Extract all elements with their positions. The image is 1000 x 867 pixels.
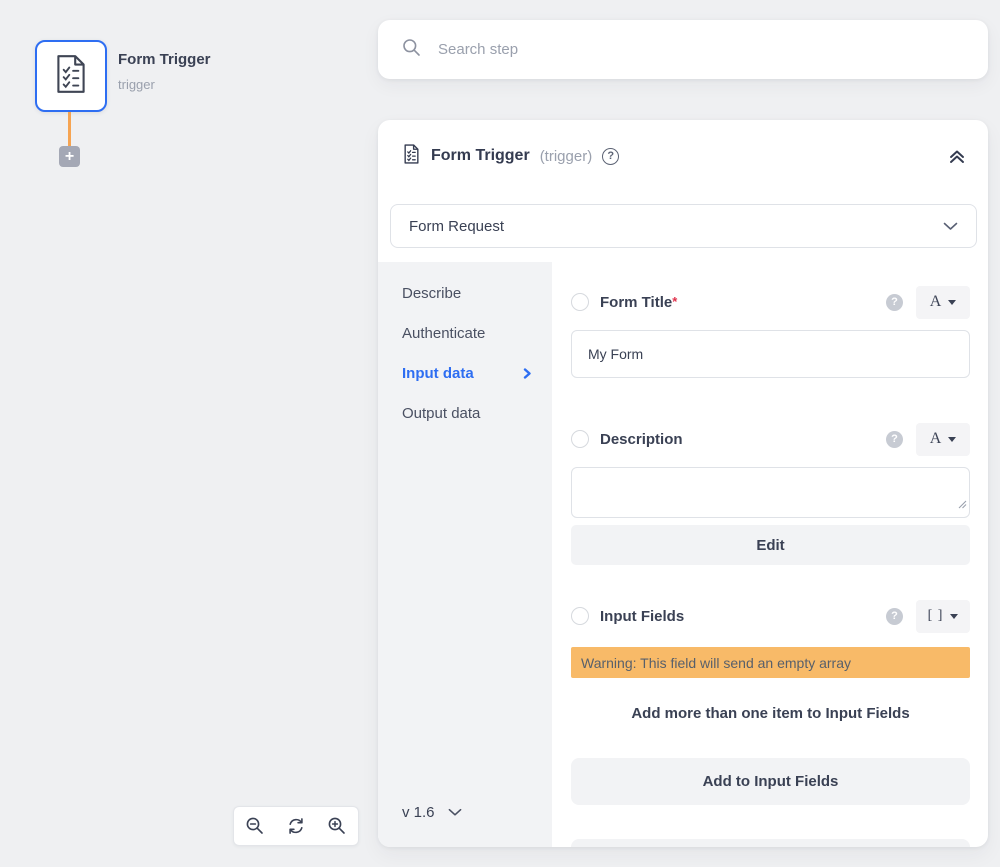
step-search-bar	[378, 20, 988, 79]
required-asterisk: *	[672, 294, 677, 309]
panel-header: Form Trigger (trigger) ?	[378, 120, 988, 166]
zoom-out-icon	[245, 816, 265, 836]
panel-side-tabs: Describe Authenticate Input data Output …	[378, 262, 552, 847]
empty-array-warning: Warning: This field will send an empty a…	[571, 647, 970, 678]
node-connector-line	[68, 112, 71, 147]
workflow-canvas[interactable]: Form Trigger trigger +	[0, 0, 378, 867]
hidden-button-peek[interactable]	[571, 839, 970, 847]
help-icon[interactable]: ?	[886, 431, 903, 448]
chevron-down-icon	[943, 222, 958, 231]
operation-value: Form Request	[409, 218, 504, 235]
workflow-builder: Form Trigger trigger +	[0, 0, 1000, 867]
collapse-panel-button[interactable]	[948, 148, 966, 165]
description-textarea-wrap	[571, 467, 970, 518]
version-picker[interactable]: v 1.6	[402, 804, 462, 821]
array-type-icon: [ ]	[928, 608, 944, 624]
form-doc-icon	[402, 143, 421, 170]
step-config-panel: Form Trigger (trigger) ? Form Request	[378, 120, 988, 847]
field-label: Description	[600, 431, 683, 448]
caret-down-icon	[948, 300, 956, 305]
form-title-input[interactable]	[571, 330, 970, 378]
node-title: Form Trigger	[118, 51, 211, 68]
input-data-content: Form Title* ? A Description ? A	[552, 262, 988, 847]
field-row-input-fields: Input Fields ? [ ]	[571, 605, 970, 627]
string-type-icon: A	[930, 293, 942, 311]
tab-label: Output data	[402, 405, 480, 422]
chevron-right-icon	[522, 368, 532, 379]
field-row-description: Description ? A	[571, 428, 970, 450]
node-subtitle: trigger	[118, 77, 155, 92]
description-textarea[interactable]	[571, 467, 970, 518]
panel-title: Form Trigger	[431, 147, 530, 165]
field-label: Input Fields	[600, 608, 684, 625]
double-chevron-up-icon	[948, 148, 966, 165]
edit-description-button[interactable]: Edit	[571, 525, 970, 565]
tab-label: Describe	[402, 285, 461, 302]
panel-step-type: (trigger)	[540, 148, 593, 165]
zoom-in-button[interactable]	[322, 811, 352, 841]
help-icon[interactable]: ?	[886, 294, 903, 311]
operation-select[interactable]: Form Request	[390, 204, 977, 248]
help-icon[interactable]: ?	[886, 608, 903, 625]
field-type-selector[interactable]: A	[916, 423, 970, 456]
add-step-button[interactable]: +	[59, 146, 80, 167]
version-label: v 1.6	[402, 804, 435, 821]
field-type-selector[interactable]: [ ]	[916, 600, 970, 633]
tab-describe[interactable]: Describe	[402, 283, 532, 303]
field-type-selector[interactable]: A	[916, 286, 970, 319]
string-type-icon: A	[930, 430, 942, 448]
field-row-form-title: Form Title* ? A	[571, 291, 970, 313]
field-toggle-circle[interactable]	[571, 293, 589, 311]
form-checklist-icon	[52, 53, 90, 100]
tab-input-data[interactable]: Input data	[402, 363, 532, 383]
search-input[interactable]	[438, 41, 964, 58]
help-icon[interactable]: ?	[602, 148, 619, 165]
canvas-zoom-toolbar	[233, 806, 359, 846]
field-toggle-circle[interactable]	[571, 607, 589, 625]
panel-body: Describe Authenticate Input data Output …	[378, 262, 988, 847]
reset-zoom-icon	[286, 816, 306, 836]
plus-icon: +	[65, 149, 74, 165]
form-trigger-node[interactable]	[35, 40, 107, 112]
caret-down-icon	[950, 614, 958, 619]
reset-zoom-button[interactable]	[281, 811, 311, 841]
zoom-in-icon	[327, 816, 347, 836]
tab-label: Authenticate	[402, 325, 485, 342]
caret-down-icon	[948, 437, 956, 442]
add-to-input-fields-button[interactable]: Add to Input Fields	[571, 758, 970, 805]
tab-label: Input data	[402, 365, 474, 382]
field-label: Form Title*	[600, 294, 677, 311]
tab-authenticate[interactable]: Authenticate	[402, 323, 532, 343]
search-icon	[402, 38, 421, 62]
add-items-hint: Add more than one item to Input Fields	[571, 705, 970, 722]
zoom-out-button[interactable]	[240, 811, 270, 841]
tab-output-data[interactable]: Output data	[402, 403, 532, 423]
field-toggle-circle[interactable]	[571, 430, 589, 448]
chevron-down-icon	[448, 808, 462, 817]
